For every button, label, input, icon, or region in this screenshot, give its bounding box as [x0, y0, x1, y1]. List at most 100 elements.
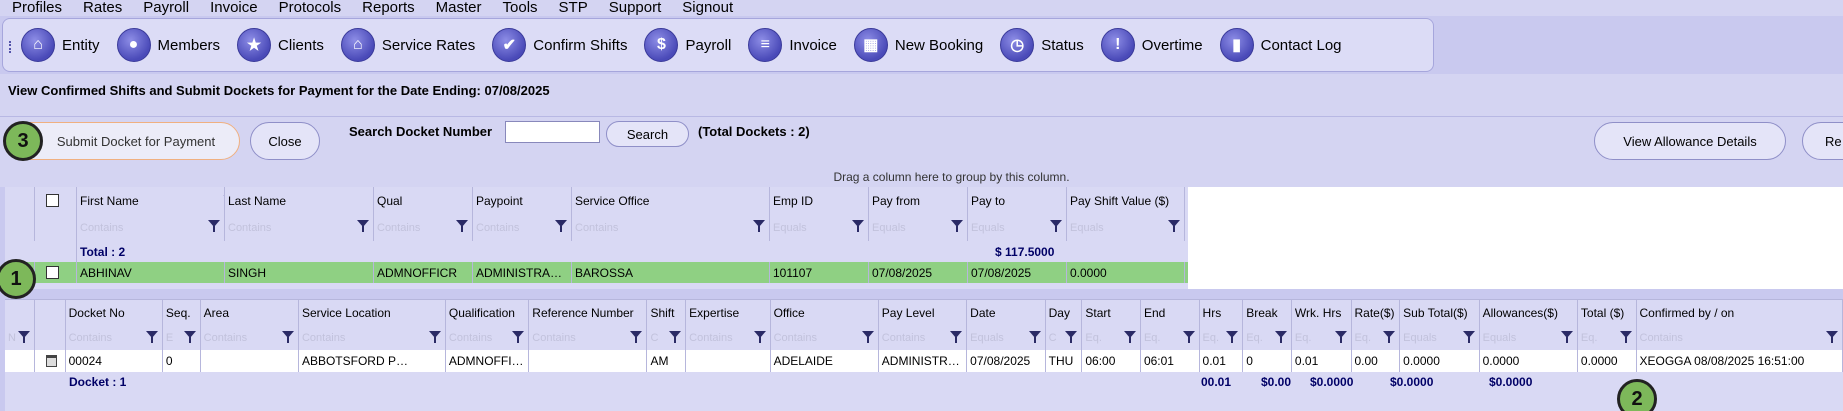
filter-icon[interactable] — [753, 331, 766, 343]
col-emp-id[interactable]: Emp ID — [770, 187, 869, 214]
filter-first-name[interactable]: Contains — [77, 214, 225, 241]
group-by-area[interactable]: Drag a column here to group by this colu… — [0, 168, 1843, 187]
col-date[interactable]: Date — [967, 300, 1046, 325]
col-day[interactable]: Day — [1046, 300, 1083, 325]
menu-invoice[interactable]: Invoice — [210, 0, 258, 16]
filter-break[interactable]: Eq. — [1243, 325, 1292, 350]
filter-icon[interactable] — [512, 331, 525, 343]
col-pay-to[interactable]: Pay to — [968, 187, 1067, 214]
col-start[interactable]: Start — [1082, 300, 1141, 325]
filter-icon[interactable] — [861, 331, 874, 343]
toolbar-status[interactable]: ◷ Status — [1000, 28, 1084, 62]
filter-icon[interactable] — [630, 331, 643, 343]
col-sub-total[interactable]: Sub Total($) — [1400, 300, 1480, 325]
filter-office[interactable]: Contains — [771, 325, 879, 350]
col-end[interactable]: End — [1141, 300, 1200, 325]
col-shift[interactable]: Shift — [647, 300, 687, 325]
filter-expertise[interactable]: Contains — [686, 325, 771, 350]
toolbar-contact-log[interactable]: ▮ Contact Log — [1219, 28, 1342, 62]
filter-hrs[interactable]: Eq. — [1200, 325, 1244, 350]
col-seq[interactable]: Seq. — [163, 300, 201, 325]
col-reference-number[interactable]: Reference Number — [529, 300, 648, 325]
col-docket-no[interactable]: Docket No — [66, 300, 163, 325]
col-first-name[interactable]: ▲First Name — [77, 187, 225, 214]
filter-icon[interactable] — [753, 220, 765, 232]
toolbar-payroll[interactable]: $ Payroll — [644, 28, 731, 62]
filter-icon[interactable] — [1050, 220, 1062, 232]
filter-service-location[interactable]: Contains — [299, 325, 446, 350]
menu-tools[interactable]: Tools — [503, 0, 538, 16]
filter-service-office[interactable]: Contains — [572, 214, 770, 241]
toolbar-entity[interactable]: ⌂ Entity — [21, 28, 100, 62]
filter-icon[interactable] — [357, 220, 369, 232]
toolbar-clients[interactable]: ★ Clients — [237, 28, 324, 62]
col-total[interactable]: Total ($) — [1578, 300, 1637, 325]
search-docket-input[interactable] — [505, 121, 600, 143]
filter-icon[interactable] — [428, 331, 441, 343]
close-button[interactable]: Close — [250, 122, 320, 160]
col-break[interactable]: Break — [1243, 300, 1292, 325]
menu-rates[interactable]: Rates — [83, 0, 122, 16]
filter-icon[interactable] — [1123, 331, 1136, 343]
toolbar-new-booking[interactable]: ▦ New Booking — [853, 28, 983, 62]
col-area[interactable]: Area — [201, 300, 299, 325]
menu-reports[interactable]: Reports — [362, 0, 415, 16]
filter-allowances[interactable]: Equals — [1480, 325, 1578, 350]
filter-icon[interactable] — [669, 331, 682, 343]
col-wrk-hrs[interactable]: Wrk. Hrs — [1292, 300, 1352, 325]
filter-last-name[interactable]: Contains — [225, 214, 374, 241]
filter-icon[interactable] — [17, 331, 30, 343]
toolbar-invoice[interactable]: ≡ Invoice — [748, 28, 837, 62]
filter-icon[interactable] — [1168, 220, 1180, 232]
filter-reference-number[interactable]: Contains — [529, 325, 648, 350]
toolbar-service-rates[interactable]: ⌂ Service Rates — [340, 28, 475, 62]
menu-profiles[interactable]: Profiles — [12, 0, 62, 16]
filter-sub-total[interactable]: Equals — [1400, 325, 1480, 350]
filter-icon[interactable] — [281, 331, 294, 343]
toolbar-overtime[interactable]: ! Overtime — [1100, 28, 1203, 62]
filter-qualification[interactable]: Contains — [446, 325, 530, 350]
trash-icon[interactable] — [45, 355, 57, 367]
filter-icon[interactable] — [555, 220, 567, 232]
filter-day[interactable]: C — [1046, 325, 1083, 350]
filter-emp-id[interactable]: Equals — [770, 214, 869, 241]
col-pay-shift-value[interactable]: Pay Shift Value ($) — [1067, 187, 1185, 214]
menu-master[interactable]: Master — [436, 0, 482, 16]
col-hrs[interactable]: Hrs — [1200, 300, 1244, 325]
filter-icon[interactable] — [208, 220, 220, 232]
col-paypoint[interactable]: Paypoint — [473, 187, 572, 214]
filter-icon[interactable] — [950, 331, 963, 343]
filter-end[interactable]: Eq. — [1141, 325, 1200, 350]
toolbar-members[interactable]: ● Members — [116, 28, 220, 62]
menu-payroll[interactable]: Payroll — [143, 0, 189, 16]
col-pay-level[interactable]: Pay Level — [879, 300, 968, 325]
filter-icon[interactable] — [951, 220, 963, 232]
filter-icon[interactable] — [456, 220, 468, 232]
col-qualification[interactable]: Qualification — [446, 300, 530, 325]
filter-icon[interactable] — [1560, 331, 1573, 343]
toolbar-grip[interactable] — [9, 41, 12, 53]
filter-icon[interactable] — [1334, 331, 1347, 343]
col-confirmed-by[interactable]: Confirmed by / on — [1637, 300, 1843, 325]
col-pay-from[interactable]: Pay from — [869, 187, 968, 214]
filter-shift[interactable]: C — [647, 325, 687, 350]
filter-icon[interactable] — [852, 220, 864, 232]
view-allowance-details-button[interactable]: View Allowance Details — [1594, 122, 1786, 160]
filter-icon[interactable] — [1462, 331, 1475, 343]
truncated-button[interactable]: Re — [1802, 122, 1843, 160]
col-last-name[interactable]: Last Name — [225, 187, 374, 214]
col-office[interactable]: Office — [771, 300, 879, 325]
filter-confirmed-by[interactable]: Contains — [1637, 325, 1843, 350]
menu-support[interactable]: Support — [609, 0, 662, 16]
filter-pay-to[interactable]: Equals — [968, 214, 1067, 241]
col-allowances[interactable]: Allowances($) — [1480, 300, 1578, 325]
col-qual[interactable]: Qual — [374, 187, 473, 214]
col-expertise[interactable]: Expertise — [686, 300, 771, 325]
col-rate[interactable]: Rate($) — [1352, 300, 1401, 325]
menu-protocols[interactable]: Protocols — [279, 0, 342, 16]
filter-icon[interactable] — [1825, 331, 1838, 343]
table-row[interactable]: ABHINAV SINGH ADMNOFFICR ADMINISTRA… BAR… — [5, 262, 1188, 283]
filter-rate[interactable]: Eq. — [1352, 325, 1401, 350]
menu-stp[interactable]: STP — [559, 0, 588, 16]
col-service-office[interactable]: Service Office — [572, 187, 770, 214]
